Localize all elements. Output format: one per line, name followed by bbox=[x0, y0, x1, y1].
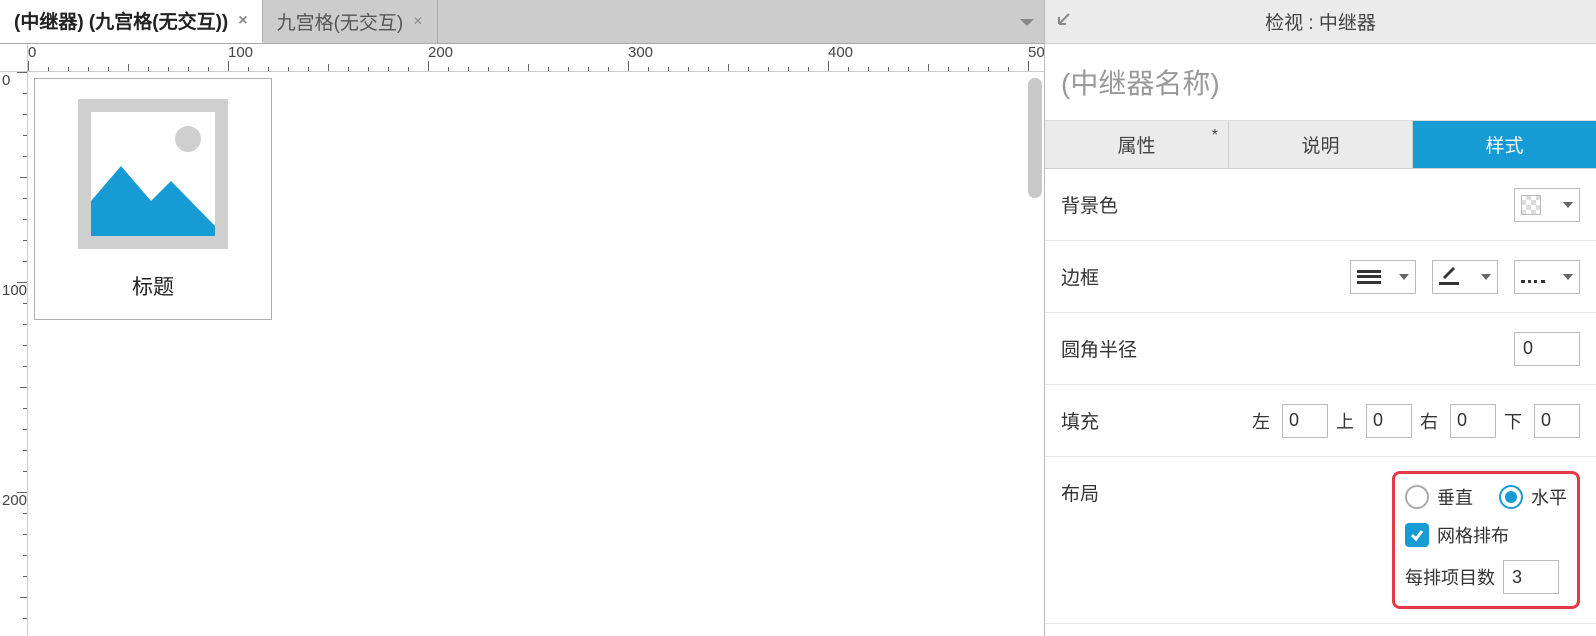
border-width-dropdown[interactable] bbox=[1350, 260, 1416, 294]
background-color-dropdown[interactable] bbox=[1514, 188, 1580, 222]
dirty-marker: * bbox=[1212, 127, 1218, 145]
vertical-scrollbar[interactable] bbox=[1028, 78, 1042, 198]
color-swatch-icon bbox=[1521, 195, 1541, 215]
repeater-widget[interactable]: 标题 bbox=[34, 78, 272, 320]
tab-repeater-grid[interactable]: (中继器) (九宫格(无交互)) × bbox=[0, 0, 263, 43]
tab-label: 属性 bbox=[1117, 131, 1155, 158]
radio-vertical[interactable] bbox=[1405, 485, 1429, 509]
horizontal-ruler: 0100200300400500 bbox=[28, 44, 1044, 72]
document-tabs: (中继器) (九宫格(无交互)) × 九宫格(无交互) × bbox=[0, 0, 1044, 44]
row-layout: 布局 垂直 水平 网格排布 每排项目数 bbox=[1045, 457, 1596, 624]
canvas[interactable]: 标题 bbox=[28, 72, 1044, 636]
checkbox-grid[interactable] bbox=[1405, 523, 1429, 547]
vertical-ruler: 0100200 bbox=[0, 72, 28, 636]
inspector-tabs: 属性 * 说明 样式 bbox=[1045, 121, 1596, 169]
tab-label: (中继器) (九宫格(无交互)) bbox=[14, 7, 228, 34]
tab-grid[interactable]: 九宫格(无交互) × bbox=[263, 0, 438, 43]
label-padding: 填充 bbox=[1061, 407, 1181, 434]
chevron-down-icon bbox=[1563, 202, 1573, 208]
layout-highlight-box: 垂直 水平 网格排布 每排项目数 bbox=[1392, 471, 1580, 609]
widget-title-label: 标题 bbox=[132, 271, 174, 301]
label-layout: 布局 bbox=[1061, 471, 1181, 506]
collapse-icon[interactable] bbox=[1055, 10, 1073, 33]
close-icon[interactable]: × bbox=[238, 12, 247, 30]
tab-notes[interactable]: 说明 bbox=[1229, 121, 1413, 168]
label-border: 边框 bbox=[1061, 263, 1181, 290]
items-per-row-input[interactable] bbox=[1503, 560, 1559, 594]
label-padding-left: 左 bbox=[1252, 408, 1270, 434]
label-vertical: 垂直 bbox=[1437, 484, 1473, 510]
row-border: 边框 bbox=[1045, 241, 1596, 313]
label-padding-top: 上 bbox=[1336, 408, 1354, 434]
label-background: 背景色 bbox=[1061, 191, 1181, 218]
padding-right-input[interactable] bbox=[1450, 404, 1496, 438]
label-horizontal: 水平 bbox=[1531, 484, 1567, 510]
chevron-down-icon bbox=[1563, 274, 1573, 280]
element-name-field[interactable]: (中继器名称) bbox=[1045, 44, 1596, 121]
tabs-overflow-dropdown[interactable] bbox=[1018, 0, 1036, 43]
border-color-dropdown[interactable] bbox=[1432, 260, 1498, 294]
line-weight-icon bbox=[1357, 270, 1381, 284]
inspector-title: 检视 : 中继器 bbox=[1045, 8, 1596, 35]
tab-style[interactable]: 样式 bbox=[1413, 121, 1596, 168]
ruler-corner bbox=[0, 44, 28, 72]
editor-area: (中继器) (九宫格(无交互)) × 九宫格(无交互) × 0100200300… bbox=[0, 0, 1044, 636]
label-radius: 圆角半径 bbox=[1061, 335, 1181, 362]
close-icon[interactable]: × bbox=[413, 13, 422, 31]
padding-bottom-input[interactable] bbox=[1534, 404, 1580, 438]
chevron-down-icon bbox=[1481, 274, 1491, 280]
tab-label: 九宫格(无交互) bbox=[277, 8, 404, 35]
pen-icon bbox=[1439, 269, 1459, 285]
label-padding-right: 右 bbox=[1420, 408, 1438, 434]
dashed-line-icon bbox=[1521, 271, 1545, 283]
image-placeholder[interactable] bbox=[78, 99, 228, 249]
tab-label: 说明 bbox=[1301, 131, 1339, 158]
row-radius: 圆角半径 bbox=[1045, 313, 1596, 385]
label-items-per-row: 每排项目数 bbox=[1405, 564, 1495, 590]
radio-horizontal[interactable] bbox=[1499, 485, 1523, 509]
row-background: 背景色 bbox=[1045, 169, 1596, 241]
border-style-dropdown[interactable] bbox=[1514, 260, 1580, 294]
row-padding: 填充 左 上 右 下 bbox=[1045, 385, 1596, 457]
label-grid: 网格排布 bbox=[1437, 522, 1509, 548]
inspector-panel: 检视 : 中继器 (中继器名称) 属性 * 说明 样式 背景色 边框 bbox=[1044, 0, 1596, 636]
padding-top-input[interactable] bbox=[1366, 404, 1412, 438]
placeholder-mountain-icon bbox=[91, 146, 215, 236]
label-padding-bottom: 下 bbox=[1504, 408, 1522, 434]
tab-properties[interactable]: 属性 * bbox=[1045, 121, 1229, 168]
chevron-down-icon bbox=[1399, 274, 1409, 280]
tab-label: 样式 bbox=[1485, 131, 1523, 158]
padding-left-input[interactable] bbox=[1282, 404, 1328, 438]
radius-input[interactable] bbox=[1514, 332, 1580, 366]
inspector-header: 检视 : 中继器 bbox=[1045, 0, 1596, 44]
